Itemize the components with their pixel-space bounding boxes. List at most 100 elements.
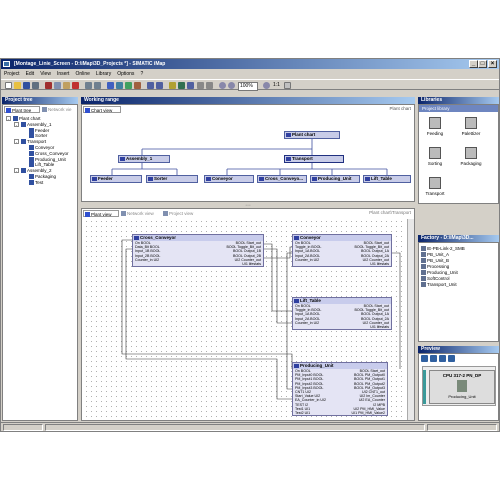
zoom-select[interactable]: 100% <box>238 82 258 91</box>
tree-item[interactable]: Feeder <box>29 127 49 133</box>
chart-node-sorter[interactable]: Sorter <box>146 175 198 183</box>
minimize-button[interactable]: _ <box>469 60 478 68</box>
library-item-sorting[interactable]: Sorting <box>423 147 447 166</box>
copy-icon[interactable] <box>54 82 61 89</box>
menu-help[interactable]: ? <box>137 69 146 79</box>
menu-edit[interactable]: Edit <box>23 69 38 79</box>
library-icon[interactable] <box>169 82 176 89</box>
block-conveyor[interactable]: Conveyor On BOOL BOOL Start_out Toggle_in B… <box>292 234 392 268</box>
zoom-in-icon[interactable] <box>219 82 226 89</box>
factory-item[interactable]: PB_Unit_A <box>421 252 449 257</box>
output-port[interactable]: UI1 PM_HMI_Value2 <box>352 411 386 415</box>
tree-expander-icon[interactable]: - <box>14 121 19 127</box>
tab-network-view[interactable]: Network vie <box>41 106 77 113</box>
tab-plant-tree[interactable]: Plant tree <box>4 106 40 113</box>
pan-icon[interactable] <box>206 82 213 89</box>
network-view-icon[interactable] <box>125 82 132 89</box>
zoom-out-icon[interactable] <box>228 82 235 89</box>
tree-item[interactable]: - Assembly_2 <box>14 168 52 174</box>
menu-project[interactable]: Project <box>1 69 23 79</box>
plant-view-icon[interactable] <box>116 82 123 89</box>
undo-icon[interactable] <box>85 82 92 89</box>
tree-item[interactable]: Conveyor <box>29 145 54 150</box>
chart-node-producing-unit[interactable]: Producing_Unit <box>310 175 360 183</box>
preview-tool-2-icon[interactable] <box>430 355 437 362</box>
block-lift-table[interactable]: Lift_Table On BOOL BOOL Start_out Toggle_in… <box>292 297 392 331</box>
output-port[interactable]: UI1 lifestats <box>370 325 389 329</box>
menu-bar: Project Edit View Insert Online Library Option… <box>1 69 499 79</box>
preview-panel: CPU 317-2 PN_DP Producing_Unit <box>418 353 499 421</box>
library-item-palettizer[interactable]: Palettizer <box>459 117 483 136</box>
compile-icon[interactable] <box>156 82 163 89</box>
preview-tool-3-icon[interactable] <box>439 355 446 362</box>
tree-item[interactable]: - Plant chart <box>6 116 41 121</box>
paste-icon[interactable] <box>63 82 70 89</box>
tree-item[interactable]: Cross_Conveyor <box>29 150 69 156</box>
output-port[interactable]: UI1 lifestats <box>242 262 261 266</box>
library-item-packaging[interactable]: Packaging <box>459 147 483 166</box>
factory-item[interactable]: Transport_Unit <box>421 282 457 287</box>
preview-tool-1-icon[interactable] <box>421 355 428 362</box>
chart-node-feeder[interactable]: Feeder <box>90 175 142 183</box>
tree-item[interactable]: - Transport <box>14 139 46 145</box>
tree-item[interactable]: Sorter <box>29 133 47 139</box>
status-section-3 <box>427 424 497 431</box>
redo-icon[interactable] <box>94 82 101 89</box>
feeding-icon <box>429 117 441 129</box>
splitter-handle[interactable]: • • • <box>81 203 415 207</box>
chart-view-icon[interactable] <box>107 82 114 89</box>
tree-item[interactable]: Producing_Unit <box>29 156 66 162</box>
chart-node-cross-conveyor[interactable]: Cross_Conveyo... <box>257 175 307 183</box>
output-port[interactable]: UI1 lifestats <box>370 262 389 266</box>
tree-item[interactable]: Test <box>29 179 43 185</box>
tree-item[interactable]: Lift_Table <box>29 162 55 168</box>
zoom-fit-icon[interactable] <box>263 82 270 89</box>
tree-item[interactable]: - Assembly_1 <box>14 121 52 127</box>
connect-icon[interactable] <box>134 82 141 89</box>
tree-item[interactable]: Packaging <box>29 174 56 179</box>
chart-node-lift-table[interactable]: Lift_Table <box>363 175 411 183</box>
block-cross-conveyor[interactable]: Cross_Conveyor On BOOL BOOL Start_out Data_… <box>132 234 264 268</box>
tree-expander-icon[interactable]: - <box>14 168 19 174</box>
preview-tool-4-icon[interactable] <box>448 355 455 362</box>
chart-node-assembly-1[interactable]: Assembly_1 <box>118 155 170 163</box>
menu-insert[interactable]: Insert <box>54 69 73 79</box>
menu-library[interactable]: Library <box>93 69 114 79</box>
zoom-ratio-button[interactable]: 1:1 <box>273 82 280 89</box>
block-port-row: UI1 lifestats <box>293 325 391 329</box>
select-icon[interactable] <box>197 82 204 89</box>
library-item-feeding[interactable]: Feeding <box>423 117 447 136</box>
chart-node-label: Sorter <box>154 176 168 181</box>
block-producing-unit[interactable]: Producing_Unit On BOOL BOOL Start_out PM_In… <box>292 362 388 417</box>
print-icon[interactable] <box>32 82 39 89</box>
new-icon[interactable] <box>5 82 12 89</box>
tree-expander-icon[interactable]: - <box>14 139 19 145</box>
library-item-transport[interactable]: Transport <box>423 177 447 196</box>
maximize-button[interactable]: □ <box>478 60 487 68</box>
factory-item[interactable]: Processing <box>421 264 449 269</box>
properties-icon[interactable] <box>187 82 194 89</box>
chart-node-transport[interactable]: Transport <box>284 155 344 163</box>
close-button[interactable]: × <box>488 60 497 68</box>
factory-item[interactable]: SoftControl <box>421 276 450 281</box>
cut-icon[interactable] <box>45 82 52 89</box>
open-icon[interactable] <box>14 82 21 89</box>
input-port[interactable]: Test2 UI1 <box>295 411 310 415</box>
factory-item[interactable]: Producing_Unit <box>421 270 458 275</box>
tree-expander-icon[interactable]: - <box>6 116 11 121</box>
vertical-scrollbar[interactable] <box>407 219 414 420</box>
factory-item[interactable]: PB_Unit_B <box>421 258 449 263</box>
delete-icon[interactable] <box>72 82 79 89</box>
factory-item[interactable]: IE-PB-Link-2_SMB <box>421 246 465 251</box>
chart-node-plant-chart[interactable]: Plant chart <box>284 131 340 139</box>
menu-online[interactable]: Online <box>72 69 92 79</box>
download-icon[interactable] <box>147 82 154 89</box>
chart-node-conveyor[interactable]: Conveyor <box>204 175 254 183</box>
tree-item-label: Lift_Table <box>35 162 55 168</box>
menu-options[interactable]: Options <box>114 69 137 79</box>
menu-view[interactable]: View <box>37 69 54 79</box>
grid-icon[interactable] <box>284 82 291 89</box>
device-icon <box>421 264 426 269</box>
online-icon[interactable] <box>178 82 185 89</box>
save-icon[interactable] <box>23 82 30 89</box>
